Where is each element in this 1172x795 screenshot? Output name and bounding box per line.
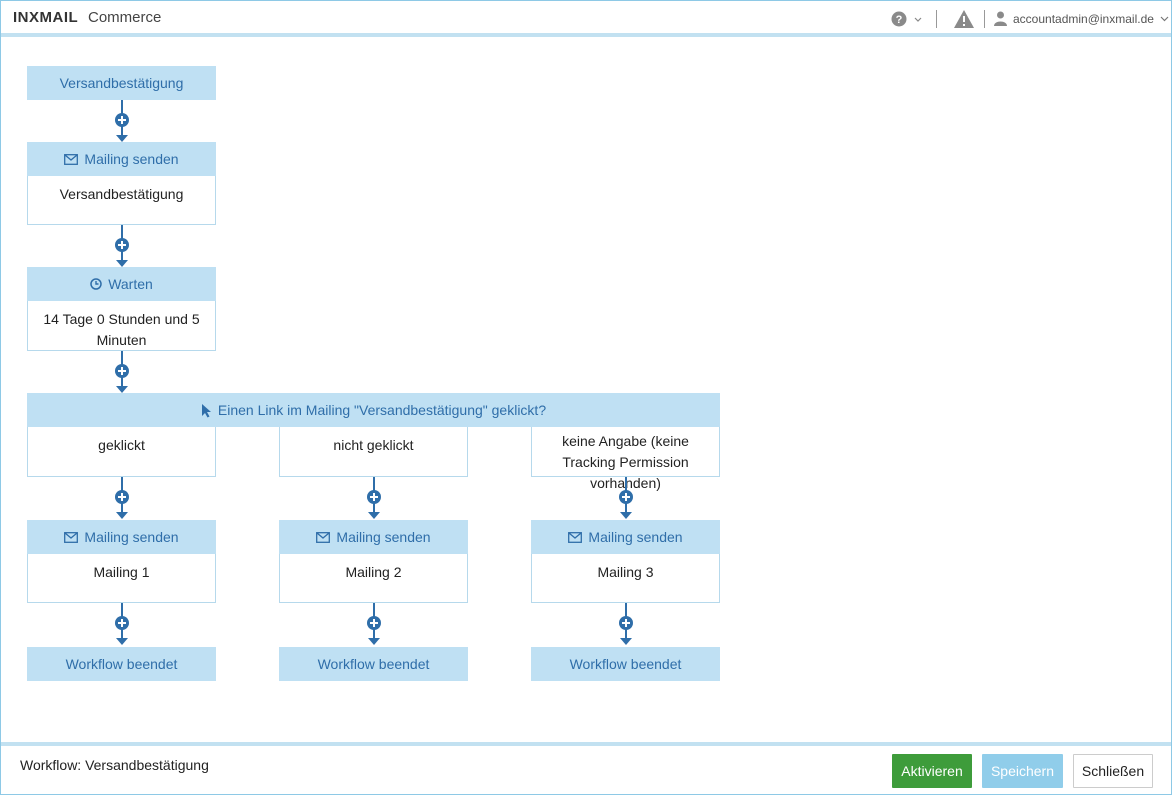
product-name: Commerce (88, 9, 162, 26)
mailing-node-title: Mailing senden (588, 529, 683, 545)
end-node[interactable]: Workflow beendet (27, 647, 216, 681)
end-node-label: Workflow beendet (65, 656, 178, 672)
help-menu[interactable]: ? (891, 10, 923, 28)
add-step-connector[interactable] (619, 603, 633, 645)
add-step-connector[interactable] (619, 477, 633, 519)
start-node[interactable]: Versandbestätigung (27, 66, 216, 100)
mailing-node-header[interactable]: Mailing senden (27, 142, 216, 176)
mailing-node-title: Mailing senden (84, 529, 179, 545)
header-separator (936, 10, 937, 28)
add-step-connector[interactable] (367, 477, 381, 519)
end-node-label: Workflow beendet (569, 656, 682, 672)
workflow-name-label: Workflow: Versandbestätigung (20, 757, 209, 773)
question-circle-icon: ? (891, 11, 922, 27)
wait-node-value: 14 Tage 0 Stunden und 5 Minuten (43, 311, 200, 348)
mailing-node-value: Mailing 3 (597, 564, 654, 580)
cursor-icon (201, 403, 211, 417)
mailing-node-header[interactable]: Mailing senden (531, 520, 720, 554)
inxmail-logo: INXMAIL (13, 9, 79, 26)
mailing-node-title: Mailing senden (84, 151, 179, 167)
condition-node-header[interactable]: Einen Link im Mailing "Versandbestätigun… (27, 393, 720, 427)
header-separator (984, 10, 985, 28)
end-node[interactable]: Workflow beendet (279, 647, 468, 681)
add-step-connector[interactable] (115, 477, 129, 519)
start-node-label: Versandbestätigung (59, 75, 184, 91)
branch-outcome[interactable]: nicht geklickt (279, 427, 468, 477)
add-step-connector[interactable] (115, 351, 129, 393)
wait-node-title: Warten (108, 276, 153, 292)
mailing-node-value: Mailing 2 (345, 564, 402, 580)
mailing-node-body[interactable]: Mailing 2 (279, 554, 468, 603)
branch-outcome-label: nicht geklickt (333, 437, 414, 453)
add-step-connector[interactable] (115, 100, 129, 142)
mailing-node-value: Mailing 1 (93, 564, 150, 580)
mailing-node-body[interactable]: Mailing 3 (531, 554, 720, 603)
mailing-node-title: Mailing senden (336, 529, 431, 545)
user-email: accountadmin@inxmail.de (1013, 11, 1154, 26)
envelope-icon (316, 531, 331, 543)
top-bar: INXMAIL Commerce ? accountadmin@inxmail.… (1, 1, 1171, 34)
wait-node-body[interactable]: 14 Tage 0 Stunden und 5 Minuten (27, 301, 216, 351)
clock-icon (90, 278, 102, 290)
warning-triangle-icon (954, 10, 974, 28)
mailing-node-value: Versandbestätigung (59, 186, 184, 202)
footer-divider (1, 742, 1171, 746)
header-divider (1, 33, 1171, 37)
activate-button[interactable]: Aktivieren (892, 754, 972, 788)
close-button[interactable]: Schließen (1073, 754, 1153, 788)
branch-outcome[interactable]: geklickt (27, 427, 216, 477)
end-node-label: Workflow beendet (317, 656, 430, 672)
add-step-connector[interactable] (367, 603, 381, 645)
user-menu[interactable]: accountadmin@inxmail.de (994, 11, 1169, 26)
branch-outcome-label: geklickt (98, 437, 145, 453)
warnings-button[interactable] (953, 9, 975, 32)
mailing-node-header[interactable]: Mailing senden (279, 520, 468, 554)
user-icon (994, 11, 1007, 26)
envelope-icon (64, 531, 79, 543)
branch-outcome[interactable]: keine Angabe (keine Tracking Permission … (531, 427, 720, 491)
mailing-node-body[interactable]: Versandbestätigung (27, 176, 216, 225)
add-step-connector[interactable] (115, 603, 129, 645)
add-step-connector[interactable] (115, 225, 129, 267)
svg-text:?: ? (896, 14, 903, 26)
mailing-node-header[interactable]: Mailing senden (27, 520, 216, 554)
envelope-icon (568, 531, 583, 543)
end-node[interactable]: Workflow beendet (531, 647, 720, 681)
save-button[interactable]: Speichern (982, 754, 1063, 788)
condition-node-title: Einen Link im Mailing "Versandbestätigun… (217, 402, 547, 418)
chevron-down-icon (1160, 16, 1169, 21)
wait-node-header[interactable]: Warten (27, 267, 216, 301)
mailing-node-body[interactable]: Mailing 1 (27, 554, 216, 603)
envelope-icon (64, 153, 79, 165)
